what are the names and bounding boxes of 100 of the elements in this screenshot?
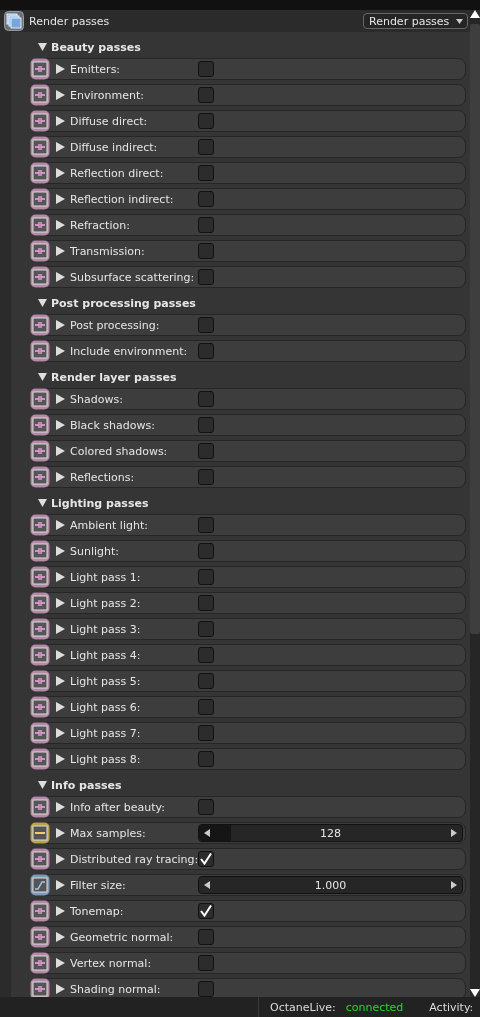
integer-pin-icon[interactable] <box>30 822 50 844</box>
number-field[interactable]: 1.000 <box>198 876 463 894</box>
toggle-pin-icon[interactable] <box>30 670 50 692</box>
toggle-pin-icon[interactable] <box>30 926 50 948</box>
toggle-pin-icon[interactable] <box>30 514 50 536</box>
expand-triangle-icon[interactable] <box>56 598 65 608</box>
toggle-pin-icon[interactable] <box>30 162 50 184</box>
toggle-pin-icon[interactable] <box>30 978 50 997</box>
expand-triangle-icon[interactable] <box>56 702 65 712</box>
section-header[interactable]: Lighting passes <box>30 492 149 514</box>
checkbox[interactable] <box>198 417 214 433</box>
checkbox[interactable] <box>198 217 214 233</box>
toggle-pin-icon[interactable] <box>30 900 50 922</box>
toggle-pin-icon[interactable] <box>30 314 50 336</box>
checkbox[interactable] <box>198 799 214 815</box>
checkbox[interactable] <box>198 981 214 997</box>
pass-dropdown[interactable]: Render passes <box>363 13 468 29</box>
section-header[interactable]: Post processing passes <box>30 292 196 314</box>
expand-triangle-icon[interactable] <box>56 246 65 256</box>
expand-triangle-icon[interactable] <box>56 446 65 456</box>
scrollbar[interactable] <box>470 10 480 997</box>
toggle-pin-icon[interactable] <box>30 796 50 818</box>
checkbox[interactable] <box>198 903 214 919</box>
checkbox[interactable] <box>198 929 214 945</box>
expand-triangle-icon[interactable] <box>56 194 65 204</box>
toggle-pin-icon[interactable] <box>30 722 50 744</box>
expand-triangle-icon[interactable] <box>56 984 65 994</box>
checkbox[interactable] <box>198 725 214 741</box>
expand-triangle-icon[interactable] <box>56 754 65 764</box>
checkbox[interactable] <box>198 191 214 207</box>
checkbox[interactable] <box>198 517 214 533</box>
toggle-pin-icon[interactable] <box>30 58 50 80</box>
increment-arrow-icon[interactable] <box>451 881 457 889</box>
expand-triangle-icon[interactable] <box>56 64 65 74</box>
section-header[interactable]: Beauty passes <box>30 36 141 58</box>
expand-triangle-icon[interactable] <box>56 676 65 686</box>
checkbox[interactable] <box>198 595 214 611</box>
toggle-pin-icon[interactable] <box>30 414 50 436</box>
toggle-pin-icon[interactable] <box>30 540 50 562</box>
expand-triangle-icon[interactable] <box>56 880 65 890</box>
toggle-pin-icon[interactable] <box>30 388 50 410</box>
checkbox[interactable] <box>198 61 214 77</box>
expand-triangle-icon[interactable] <box>56 624 65 634</box>
checkbox[interactable] <box>198 955 214 971</box>
toggle-pin-icon[interactable] <box>30 952 50 974</box>
expand-triangle-icon[interactable] <box>56 394 65 404</box>
checkbox[interactable] <box>198 443 214 459</box>
checkbox[interactable] <box>198 87 214 103</box>
toggle-pin-icon[interactable] <box>30 696 50 718</box>
checkbox[interactable] <box>198 673 214 689</box>
expand-triangle-icon[interactable] <box>56 116 65 126</box>
toggle-pin-icon[interactable] <box>30 440 50 462</box>
scrollbar-thumb[interactable] <box>470 24 480 634</box>
checkbox[interactable] <box>198 139 214 155</box>
checkbox[interactable] <box>198 621 214 637</box>
toggle-pin-icon[interactable] <box>30 188 50 210</box>
toggle-pin-icon[interactable] <box>30 592 50 614</box>
toggle-pin-icon[interactable] <box>30 214 50 236</box>
toggle-pin-icon[interactable] <box>30 110 50 132</box>
toggle-pin-icon[interactable] <box>30 136 50 158</box>
section-header[interactable]: Info passes <box>30 774 122 796</box>
toggle-pin-icon[interactable] <box>30 340 50 362</box>
expand-triangle-icon[interactable] <box>56 546 65 556</box>
expand-triangle-icon[interactable] <box>56 728 65 738</box>
checkbox[interactable] <box>198 165 214 181</box>
checkbox[interactable] <box>198 343 214 359</box>
toggle-pin-icon[interactable] <box>30 566 50 588</box>
decrement-arrow-icon[interactable] <box>204 881 210 889</box>
expand-triangle-icon[interactable] <box>56 520 65 530</box>
checkbox[interactable] <box>198 751 214 767</box>
expand-triangle-icon[interactable] <box>56 472 65 482</box>
expand-triangle-icon[interactable] <box>56 828 65 838</box>
toggle-pin-icon[interactable] <box>30 240 50 262</box>
section-header[interactable]: Render layer passes <box>30 366 177 388</box>
expand-triangle-icon[interactable] <box>56 572 65 582</box>
toggle-pin-icon[interactable] <box>30 748 50 770</box>
checkbox[interactable] <box>198 243 214 259</box>
expand-triangle-icon[interactable] <box>56 650 65 660</box>
checkbox[interactable] <box>198 543 214 559</box>
checkbox[interactable] <box>198 699 214 715</box>
checkbox[interactable] <box>198 851 214 867</box>
expand-triangle-icon[interactable] <box>56 932 65 942</box>
expand-triangle-icon[interactable] <box>56 854 65 864</box>
toggle-pin-icon[interactable] <box>30 644 50 666</box>
toggle-pin-icon[interactable] <box>30 618 50 640</box>
value-slider[interactable]: 128 <box>198 824 463 842</box>
checkbox[interactable] <box>198 647 214 663</box>
expand-triangle-icon[interactable] <box>56 346 65 356</box>
expand-triangle-icon[interactable] <box>56 320 65 330</box>
expand-triangle-icon[interactable] <box>56 802 65 812</box>
float-pin-icon[interactable] <box>30 874 50 896</box>
expand-triangle-icon[interactable] <box>56 90 65 100</box>
checkbox[interactable] <box>198 269 214 285</box>
checkbox[interactable] <box>198 469 214 485</box>
expand-triangle-icon[interactable] <box>56 142 65 152</box>
expand-triangle-icon[interactable] <box>56 420 65 430</box>
expand-triangle-icon[interactable] <box>56 958 65 968</box>
toggle-pin-icon[interactable] <box>30 848 50 870</box>
expand-triangle-icon[interactable] <box>56 220 65 230</box>
increment-arrow-icon[interactable] <box>451 829 457 837</box>
